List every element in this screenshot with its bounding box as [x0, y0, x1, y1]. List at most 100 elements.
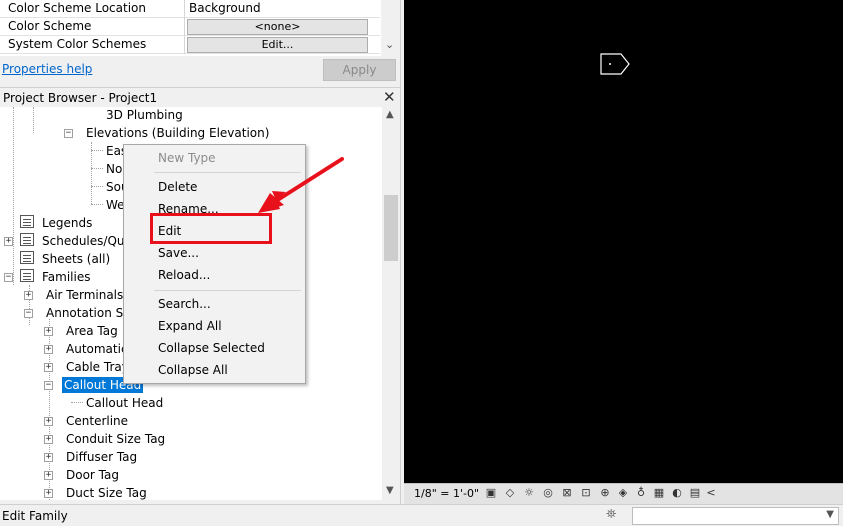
expand-toggle-icon[interactable]: + — [44, 417, 53, 426]
tree-guide-line — [13, 107, 14, 285]
analytical-model-icon[interactable]: ◐ — [670, 487, 684, 500]
cell-divider — [184, 18, 185, 36]
property-label: System Color Schemes — [8, 37, 147, 51]
tree-guide-line — [91, 186, 103, 187]
tree-item-air-terminals[interactable]: Air Terminals — [44, 287, 125, 305]
schedule-icon — [20, 233, 34, 246]
chevron-down-icon[interactable]: ▼ — [826, 509, 834, 520]
tree-item-diffuser-tag[interactable]: Diffuser Tag — [64, 449, 139, 467]
menu-item-reload[interactable]: Reload... — [158, 268, 210, 282]
color-scheme-button[interactable]: <none> — [187, 19, 368, 35]
tree-item-callout-head-type[interactable]: Callout Head — [84, 395, 165, 413]
annotation-arrow-icon — [258, 157, 344, 213]
tree-item-schedules[interactable]: Schedules/Qua — [40, 233, 134, 251]
expand-toggle-icon[interactable]: + — [4, 237, 13, 246]
property-label: Color Scheme — [8, 19, 92, 33]
menu-item-delete[interactable]: Delete — [158, 180, 197, 194]
filter-icon[interactable]: ⛯ — [606, 507, 626, 524]
expand-toggle-icon[interactable]: + — [44, 471, 53, 480]
menu-item-new-type[interactable]: New Type — [158, 151, 216, 165]
highlight-displacement-icon[interactable]: ▤ — [688, 487, 702, 500]
filter-dropdown[interactable]: ▼ — [632, 507, 839, 525]
crop-region-icon[interactable]: ⊡ — [579, 487, 593, 500]
tree-guide-line — [33, 107, 34, 133]
families-icon — [20, 269, 34, 282]
scroll-down-icon[interactable]: ⌄ — [385, 38, 394, 51]
expand-toggle-icon[interactable]: + — [44, 345, 53, 354]
menu-item-save[interactable]: Save... — [158, 246, 199, 260]
system-color-schemes-edit-button[interactable]: Edit... — [187, 37, 368, 53]
shadows-icon[interactable]: ◎ — [541, 487, 555, 500]
properties-help-link[interactable]: Properties help — [2, 62, 92, 76]
legend-icon — [20, 215, 34, 228]
menu-item-search[interactable]: Search... — [158, 297, 211, 311]
sheet-icon — [20, 251, 34, 264]
tree-item-area-tag[interactable]: Area Tag — [64, 323, 120, 341]
visual-style-icon[interactable]: ◇ — [503, 487, 517, 500]
tree-item[interactable]: No — [104, 161, 124, 179]
view-scale[interactable]: 1/8" = 1'-0" — [414, 487, 479, 500]
property-row-system-color-schemes: System Color Schemes Edit... — [0, 36, 380, 54]
project-browser-title: Project Browser - Project1 — [3, 91, 158, 105]
tree-item-legends[interactable]: Legends — [40, 215, 94, 233]
expand-toggle-icon[interactable]: + — [44, 363, 53, 372]
collapse-toggle-icon[interactable]: − — [4, 273, 13, 282]
callout-head-symbol[interactable] — [600, 52, 634, 76]
unlock-3d-icon[interactable]: ⊕ — [598, 487, 612, 500]
tree-item-door-tag[interactable]: Door Tag — [64, 467, 121, 485]
scrollbar-thumb[interactable] — [384, 195, 398, 261]
menu-item-collapse-all[interactable]: Collapse All — [158, 363, 228, 377]
tree-guide-line — [71, 402, 83, 403]
menu-item-rename[interactable]: Rename... — [158, 202, 219, 216]
view-control-bar: 1/8" = 1'-0" ▣ ◇ ☼ ◎ ⊠ ⊡ ⊕ ◈ ♁ ▦ ◐ ▤ < — [404, 483, 843, 504]
collapse-toggle-icon[interactable]: − — [24, 309, 33, 318]
tree-item-families[interactable]: Families — [40, 269, 92, 287]
expand-toggle-icon[interactable]: + — [44, 327, 53, 336]
tree-item-centerline[interactable]: Centerline — [64, 413, 130, 431]
collapse-toggle-icon[interactable]: − — [64, 129, 73, 138]
sun-path-icon[interactable]: ☼ — [522, 487, 536, 500]
collapse-toggle-icon[interactable]: − — [44, 381, 53, 390]
tree-item[interactable]: 3D Plumbing — [104, 107, 185, 125]
property-row-color-scheme: Color Scheme <none> — [0, 18, 380, 36]
tree-guide-line — [91, 142, 92, 204]
menu-separator — [154, 290, 301, 291]
detail-level-icon[interactable]: ▣ — [484, 487, 498, 500]
expand-toggle-icon[interactable]: + — [44, 435, 53, 444]
scroll-down-icon[interactable]: ▼ — [386, 485, 394, 496]
property-row-color-scheme-location: Color Scheme Location Background — [0, 0, 380, 18]
project-browser-header: Project Browser - Project1 ✕ — [0, 87, 400, 107]
tree-item-sheets[interactable]: Sheets (all) — [40, 251, 112, 269]
tree-item-cable-tray[interactable]: Cable Tray — [64, 359, 131, 377]
properties-table: Color Scheme Location Background Color S… — [0, 0, 400, 56]
tree-guide-line — [91, 168, 103, 169]
tree-item-conduit-size-tag[interactable]: Conduit Size Tag — [64, 431, 167, 449]
tree-guide-line — [91, 150, 103, 151]
close-icon[interactable]: ✕ — [383, 88, 396, 106]
apply-button[interactable]: Apply — [323, 59, 396, 81]
menu-item-edit[interactable]: Edit — [158, 224, 181, 238]
expand-toggle-icon[interactable]: + — [24, 291, 33, 300]
expand-toggle-icon[interactable]: + — [44, 453, 53, 462]
tree-item-annotation-symbols[interactable]: Annotation Sy — [44, 305, 132, 323]
tree-item-automatic[interactable]: Automatic — [64, 341, 130, 359]
menu-item-collapse-selected[interactable]: Collapse Selected — [158, 341, 265, 355]
scroll-up-icon[interactable]: ▲ — [386, 109, 394, 120]
status-text: Edit Family — [2, 509, 68, 523]
cell-divider — [184, 0, 185, 18]
collapse-icon[interactable]: < — [704, 487, 718, 500]
hide-isolate-icon[interactable]: ◈ — [616, 487, 630, 500]
crop-view-icon[interactable]: ⊠ — [560, 487, 574, 500]
drawing-canvas[interactable] — [404, 0, 843, 483]
tree-item-duct-size-tag[interactable]: Duct Size Tag — [64, 485, 149, 500]
tree-item-elevations[interactable]: Elevations (Building Elevation) — [84, 125, 271, 143]
property-value[interactable]: Background — [189, 1, 261, 15]
temporary-view-icon[interactable]: ▦ — [652, 487, 666, 500]
cell-divider — [184, 36, 185, 54]
property-label: Color Scheme Location — [8, 1, 146, 15]
menu-item-expand-all[interactable]: Expand All — [158, 319, 222, 333]
properties-scrollbar[interactable]: ⌄ — [381, 0, 400, 56]
project-browser-scrollbar[interactable]: ▲ ▼ — [382, 107, 400, 500]
expand-toggle-icon[interactable]: + — [44, 489, 53, 498]
reveal-hidden-icon[interactable]: ♁ — [634, 487, 648, 500]
